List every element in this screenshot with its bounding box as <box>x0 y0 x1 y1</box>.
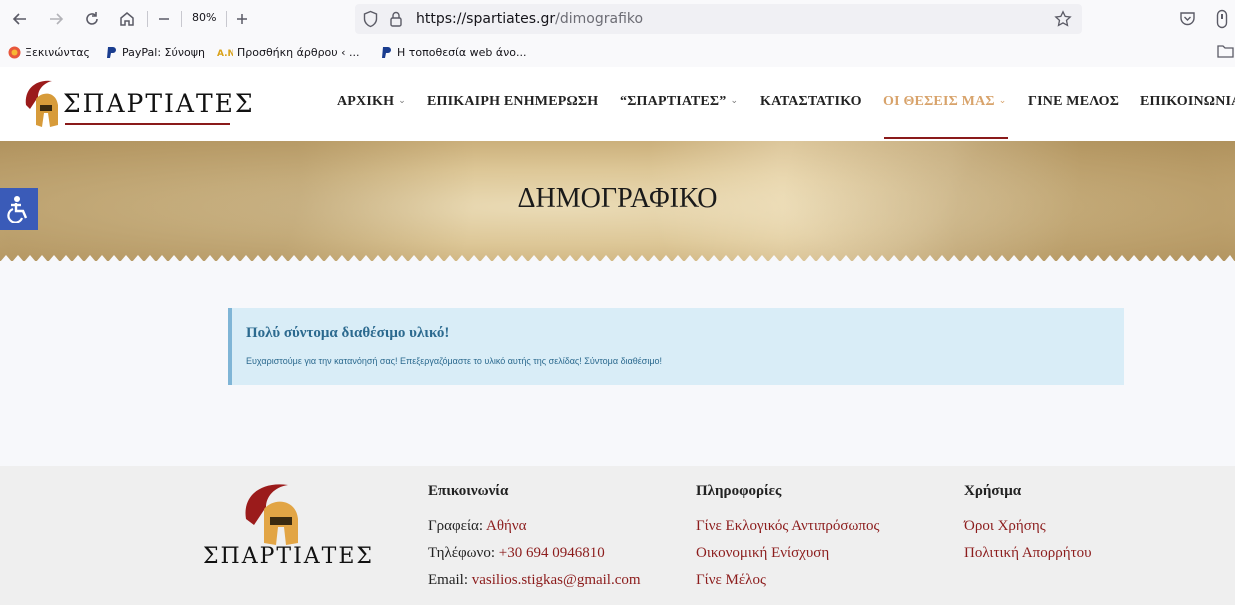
shield-icon[interactable] <box>362 10 379 32</box>
page-title: ΔΗΜΟΓΡΑΦΙΚΟ <box>517 183 718 214</box>
footer-heading: Πληροφορίες <box>696 483 782 499</box>
folder-icon[interactable] <box>1217 44 1234 62</box>
nav-item-join[interactable]: ΓΙΝΕ ΜΕΛΟΣ <box>1028 94 1119 110</box>
site-footer: ΣΠΑΡΤΙΑΤΕΣ Επικοινωνία Γραφεία: Αθήνα Τη… <box>0 466 1235 605</box>
site-logo[interactable]: ΣΠΑΡΤΙΑΤΕΣ <box>18 75 253 133</box>
office-line: Γραφεία: Αθήνα <box>428 518 527 534</box>
spartan-helmet-icon <box>245 484 298 545</box>
footer-info: Πληροφορίες Γίνε Εκλογικός Αντιπρόσωπος … <box>696 483 879 598</box>
nav-item-positions[interactable]: ΟΙ ΘΕΣΕΙΣ ΜΑΣ ⌄ <box>883 94 1007 110</box>
footer-useful: Χρήσιμα Όροι Χρήσης Πολιτική Απορρήτου <box>964 483 1092 571</box>
bookmarks-bar: Ξεκινώντας PayPal: Σύνοψη A.N Προσθήκη ά… <box>0 38 1235 67</box>
notice-title: Πολύ σύντομα διαθέσιμο υλικό! <box>246 325 450 341</box>
nav-item-news[interactable]: ΕΠΙΚΑΙΡΗ ΕΝΗΜΕΡΩΣΗ <box>427 94 598 110</box>
bookmark-item[interactable]: A.N Προσθήκη άρθρου ‹ ... <box>217 46 360 59</box>
lock-icon[interactable] <box>389 10 403 32</box>
logo-underline <box>65 123 230 125</box>
page-hero: ΔΗΜΟΓΡΑΦΙΚΟ <box>0 141 1235 262</box>
url-text[interactable]: https://spartiates.gr/dimografiko <box>416 11 643 27</box>
accessibility-button[interactable] <box>0 188 38 230</box>
office-link[interactable]: Αθήνα <box>486 518 527 534</box>
chevron-down-icon: ⌄ <box>398 96 406 106</box>
site-header: ΣΠΑΡΤΙΑΤΕΣ ΑΡΧΙΚΗ ⌄ ΕΠΙΚΑΙΡΗ ΕΝΗΜΕΡΩΣΗ “Σ… <box>0 67 1235 141</box>
active-nav-indicator <box>884 137 1008 139</box>
footer-link-terms[interactable]: Όροι Χρήσης <box>964 517 1092 536</box>
zoom-level[interactable]: 80% <box>192 11 216 24</box>
forward-icon[interactable] <box>44 7 68 31</box>
bookmark-item[interactable]: Η τοποθεσία web άνο... <box>380 46 526 59</box>
reload-icon[interactable] <box>80 7 104 31</box>
phone-line: Τηλέφωνο: +30 694 0946810 <box>428 545 605 561</box>
extension-icon[interactable] <box>1216 9 1228 33</box>
nav-item-spartiates[interactable]: “ΣΠΑΡΤΙΑΤΕΣ” ⌄ <box>620 94 738 110</box>
email-link[interactable]: vasilios.stigkas@gmail.com <box>472 572 641 588</box>
paypal-icon <box>380 46 393 59</box>
nav-item-home[interactable]: ΑΡΧΙΚΗ ⌄ <box>337 94 406 110</box>
nav-item-charter[interactable]: ΚΑΤΑΣΤΑΤΙΚΟ <box>760 94 862 110</box>
accessibility-icon <box>7 196 28 223</box>
nav-item-contact[interactable]: ΕΠΙΚΟΙΝΩΝΙΑ <box>1140 94 1235 110</box>
footer-heading: Χρήσιμα <box>964 483 1022 499</box>
footer-link-donation[interactable]: Οικονομική Ενίσχυση <box>696 544 879 563</box>
footer-link-election-rep[interactable]: Γίνε Εκλογικός Αντιπρόσωπος <box>696 517 879 536</box>
bookmark-item[interactable]: PayPal: Σύνοψη <box>105 46 205 59</box>
firefox-icon <box>8 46 21 59</box>
paypal-icon <box>105 46 118 59</box>
zoom-out-icon[interactable] <box>152 7 176 31</box>
email-line: Email: vasilios.stigkas@gmail.com <box>428 572 641 588</box>
url-bar[interactable]: https://spartiates.gr/dimografiko <box>355 4 1082 34</box>
star-icon[interactable] <box>1054 10 1072 32</box>
footer-heading: Επικοινωνία <box>428 483 509 499</box>
info-notice: Πολύ σύντομα διαθέσιμο υλικό! Ευχαριστού… <box>228 308 1124 385</box>
bookmark-item[interactable]: Ξεκινώντας <box>8 46 90 59</box>
notice-text: Ευχαριστούμε για την κατανόησή σας! Επεξ… <box>246 356 663 366</box>
zigzag-divider <box>0 255 1235 262</box>
footer-logo[interactable]: ΣΠΑΡΤΙΑΤΕΣ <box>203 479 372 574</box>
zoom-in-icon[interactable] <box>230 7 254 31</box>
phone-link[interactable]: +30 694 0946810 <box>499 545 605 561</box>
spartan-helmet-icon <box>25 80 58 127</box>
home-icon[interactable] <box>115 7 139 31</box>
chevron-down-icon: ⌄ <box>998 96 1007 106</box>
pocket-icon[interactable] <box>1179 10 1196 31</box>
footer-link-join[interactable]: Γίνε Μέλος <box>696 571 879 590</box>
footer-contact: Επικοινωνία Γραφεία: Αθήνα Τηλέφωνο: +30… <box>428 483 641 598</box>
an-icon: A.N <box>217 46 235 59</box>
svg-text:A.N: A.N <box>217 49 233 59</box>
chevron-down-icon: ⌄ <box>730 96 739 106</box>
footer-link-privacy[interactable]: Πολιτική Απορρήτου <box>964 544 1092 563</box>
back-icon[interactable] <box>8 7 32 31</box>
browser-toolbar: 80% https://spartiates.gr/dimografiko <box>0 0 1235 38</box>
